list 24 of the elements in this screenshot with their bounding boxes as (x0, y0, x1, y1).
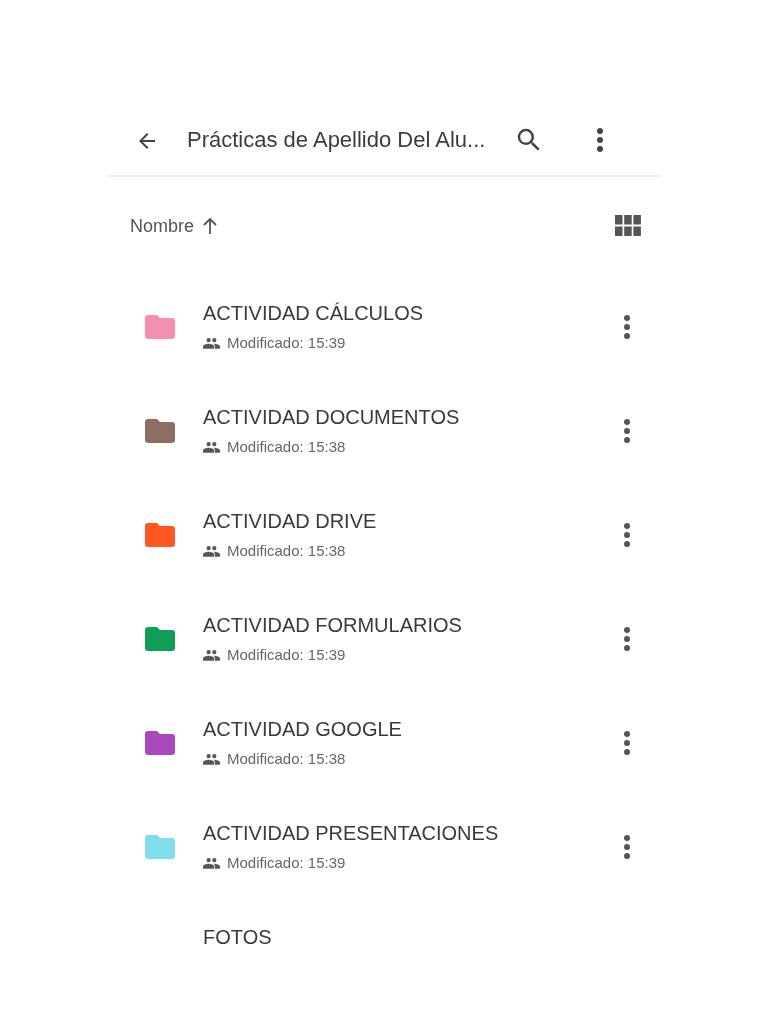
modified-time: Modificado: 15:39 (227, 646, 346, 663)
more-options-icon[interactable] (623, 314, 631, 340)
more-options-icon[interactable] (623, 626, 631, 652)
folder-name[interactable]: FOTOS (203, 925, 661, 949)
sort-by-name-button[interactable]: Nombre (130, 215, 195, 237)
sort-ascending-icon[interactable] (202, 217, 219, 235)
more-options-icon[interactable] (623, 418, 631, 444)
folder-name[interactable]: ACTIVIDAD FORMULARIOS (203, 613, 661, 637)
folder-name[interactable]: ACTIVIDAD GOOGLE (203, 717, 661, 741)
more-options-icon[interactable] (623, 834, 631, 860)
folder-name[interactable]: ACTIVIDAD CÁLCULOS (203, 301, 661, 325)
folder-name[interactable]: ACTIVIDAD DOCUMENTOS (203, 405, 661, 429)
folder-name[interactable]: ACTIVIDAD DRIVE (203, 509, 661, 533)
more-options-icon[interactable] (596, 127, 605, 153)
grid-view-icon[interactable] (615, 215, 641, 237)
modified-time: Modificado: 15:38 (227, 750, 346, 767)
folder-name[interactable]: ACTIVIDAD PRESENTACIONES (203, 821, 661, 845)
modified-time: Modificado: 15:38 (227, 438, 346, 455)
more-options-icon[interactable] (623, 522, 631, 548)
more-options-icon[interactable] (623, 730, 631, 756)
modified-time: Modificado: 15:38 (227, 542, 346, 559)
modified-time: Modificado: 15:39 (227, 854, 346, 871)
modified-time: Modificado: 15:39 (227, 334, 346, 351)
folder-title: Prácticas de Apellido Del Alu... (187, 127, 486, 153)
